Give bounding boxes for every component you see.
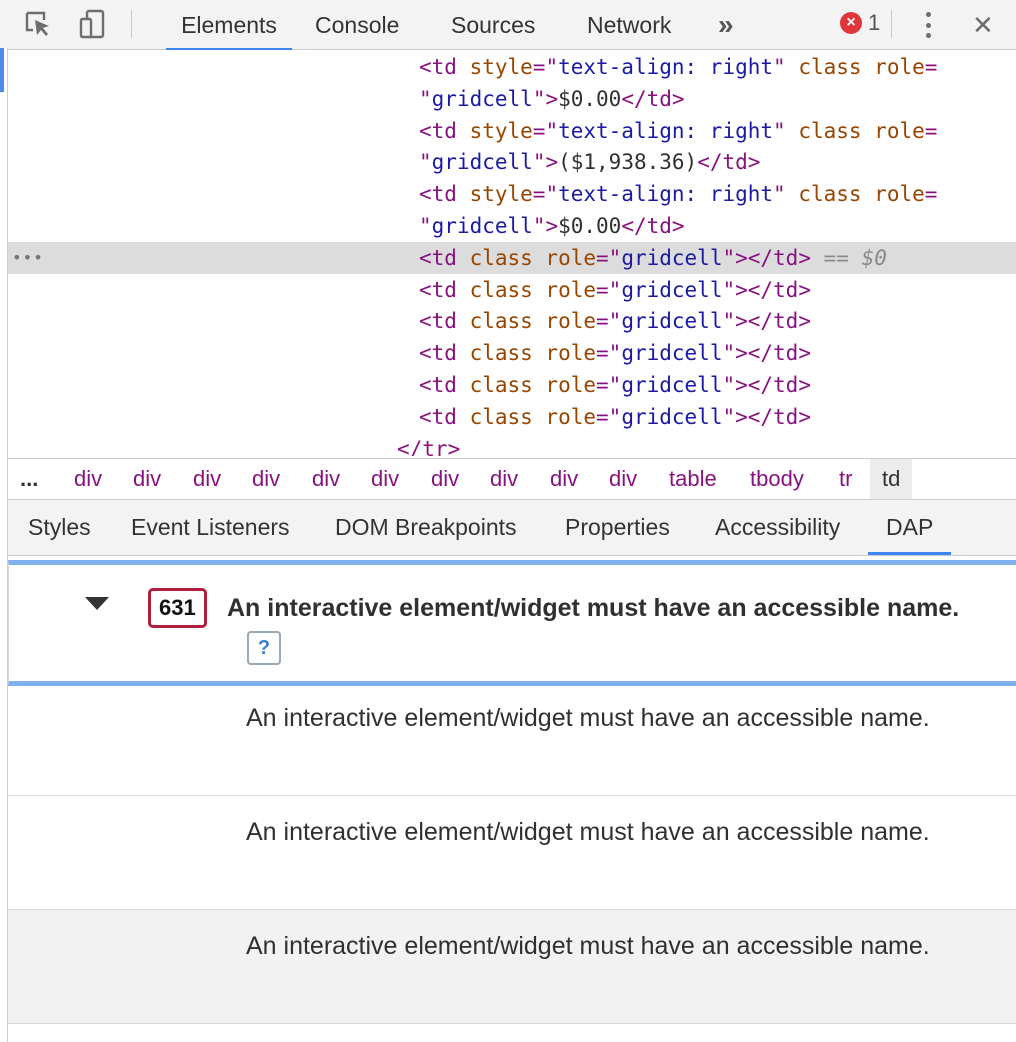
breadcrumb-overflow[interactable]: ...	[20, 459, 38, 499]
dom-node-markup: "gridcell">$0.00</td>	[419, 87, 685, 111]
more-options-icon[interactable]	[918, 10, 938, 40]
breadcrumb-item[interactable]: div	[550, 459, 578, 499]
breadcrumb-item[interactable]: div	[252, 459, 280, 499]
dom-node[interactable]: "gridcell">($1,938.36)</td>	[8, 146, 1016, 178]
dom-node-markup: <td style="text-align: right" class role…	[419, 119, 938, 143]
dom-node-markup: <td class role="gridcell"></td>	[419, 405, 811, 429]
dom-node[interactable]: "gridcell">$0.00</td>	[8, 210, 1016, 242]
breadcrumb-current[interactable]: td	[870, 459, 913, 499]
tab-sources[interactable]: Sources	[447, 0, 539, 50]
issue-row[interactable]: An interactive element/widget must have …	[8, 910, 1016, 1024]
dom-node-selected[interactable]: ••• <td class role="gridcell"></td> == $0	[8, 242, 1016, 274]
panel-left-edge	[0, 48, 8, 1042]
dom-node[interactable]: <td class role="gridcell"></td>	[8, 274, 1016, 306]
tab-network[interactable]: Network	[583, 0, 675, 50]
error-count[interactable]: 1	[868, 10, 880, 36]
breadcrumb-item[interactable]: div	[74, 459, 102, 499]
toolbar-divider	[131, 10, 132, 38]
node-actions-icon[interactable]: •••	[12, 242, 44, 274]
breadcrumb-item[interactable]: div	[609, 459, 637, 499]
dom-node[interactable]: <td style="text-align: right" class role…	[8, 51, 1016, 83]
issue-text: An interactive element/widget must have …	[246, 932, 930, 960]
dom-node-markup: <td class role="gridcell"></td> == $0	[419, 246, 887, 270]
subtab-dap[interactable]: DAP	[867, 500, 952, 555]
collapse-triangle-icon[interactable]	[85, 597, 109, 610]
breadcrumb-item[interactable]: div	[490, 459, 518, 499]
breadcrumb-item[interactable]: table	[669, 459, 717, 499]
dom-node[interactable]: <td class role="gridcell"></td>	[8, 337, 1016, 369]
subtab-dom-breakpoints[interactable]: DOM Breakpoints	[335, 500, 517, 555]
subtab-accessibility[interactable]: Accessibility	[715, 500, 840, 555]
inspect-element-icon[interactable]	[22, 8, 56, 42]
dom-node-markup: "gridcell">($1,938.36)</td>	[419, 150, 761, 174]
breadcrumb-item[interactable]: div	[312, 459, 340, 499]
device-toolbar-icon[interactable]	[76, 8, 110, 42]
panel-left-accent	[0, 48, 4, 92]
dom-node[interactable]: <td class role="gridcell"></td>	[8, 369, 1016, 401]
dom-node[interactable]: </tr>	[8, 433, 1016, 456]
close-icon[interactable]: ✕	[968, 0, 998, 50]
rule-header[interactable]: 631 An interactive element/widget must h…	[8, 560, 1016, 686]
dom-node-markup: <td class role="gridcell"></td>	[419, 341, 811, 365]
devtools-toolbar: Elements Console Sources Network » × 1 ✕	[0, 0, 1016, 51]
breadcrumb: ... div div div div div div div div div div table tb…	[8, 458, 1016, 500]
rule-title: An interactive element/widget must have …	[227, 589, 1007, 667]
dom-node-markup: <td style="text-align: right" class role…	[419, 55, 938, 79]
dom-node-markup: <td class role="gridcell"></td>	[419, 373, 811, 397]
dom-node[interactable]: <td style="text-align: right" class role…	[8, 115, 1016, 147]
issue-text: An interactive element/widget must have …	[246, 818, 930, 846]
dap-panel: 631 An interactive element/widget must h…	[8, 556, 1016, 1042]
dom-node[interactable]: "gridcell">$0.00</td>	[8, 83, 1016, 115]
subtab-styles[interactable]: Styles	[28, 500, 91, 555]
dom-node[interactable]: <td class role="gridcell"></td>	[8, 401, 1016, 433]
tab-console[interactable]: Console	[311, 0, 403, 50]
dom-node-markup: "gridcell">$0.00</td>	[419, 214, 685, 238]
subtab-properties[interactable]: Properties	[565, 500, 670, 555]
issue-text: An interactive element/widget must have …	[246, 704, 930, 732]
dom-node-markup: <td class role="gridcell"></td>	[419, 278, 811, 302]
help-button[interactable]: ?	[247, 631, 281, 666]
breadcrumb-item[interactable]: tbody	[750, 459, 804, 499]
breadcrumb-item[interactable]: div	[193, 459, 221, 499]
dom-node-markup: <td class role="gridcell"></td>	[419, 309, 811, 333]
tab-elements[interactable]: Elements	[166, 0, 292, 51]
breadcrumb-item[interactable]: div	[133, 459, 161, 499]
dom-tree[interactable]: <td style="text-align: right" class role…	[8, 50, 1016, 456]
dom-node[interactable]: <td class role="gridcell"></td>	[8, 305, 1016, 337]
toolbar-divider	[891, 10, 892, 38]
rule-title-text: An interactive element/widget must have …	[227, 594, 960, 622]
selected-node-marker: == $0	[810, 246, 887, 270]
subtab-event-listeners[interactable]: Event Listeners	[131, 500, 290, 555]
more-tabs-button[interactable]: »	[714, 0, 738, 50]
dom-node-markup: </tr>	[397, 437, 461, 456]
issue-row[interactable]: An interactive element/widget must have …	[8, 682, 1016, 796]
breadcrumb-item[interactable]: tr	[839, 459, 852, 499]
breadcrumb-item[interactable]: div	[371, 459, 399, 499]
breadcrumb-item[interactable]: div	[431, 459, 459, 499]
issue-row[interactable]: An interactive element/widget must have …	[8, 796, 1016, 910]
sidebar-subtabs: Styles Event Listeners DOM Breakpoints Prop…	[8, 500, 1016, 556]
error-icon[interactable]: ×	[840, 12, 862, 34]
rule-id-badge: 631	[148, 588, 207, 628]
dom-node[interactable]: <td style="text-align: right" class role…	[8, 178, 1016, 210]
dom-node-markup: <td style="text-align: right" class role…	[419, 182, 938, 206]
